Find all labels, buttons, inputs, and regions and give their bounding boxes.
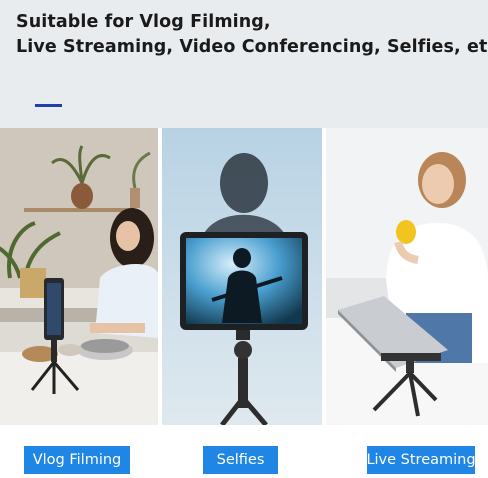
selfies-label: Selfies <box>203 446 278 474</box>
vlog-filming-label: Vlog Filming <box>24 446 130 474</box>
header-band: Suitable for Vlog Filming, Live Streamin… <box>0 0 488 128</box>
headline: Suitable for Vlog Filming, Live Streamin… <box>16 10 488 60</box>
live-streaming-photo <box>326 128 488 425</box>
live-streaming-label: Live Streaming <box>366 446 476 474</box>
vlog-filming-photo <box>0 128 158 425</box>
selfies-photo <box>162 128 322 425</box>
accent-bar <box>35 104 62 107</box>
headline-line-2: Live Streaming, Video Conferencing, Self… <box>16 37 488 57</box>
headline-line-1: Suitable for Vlog Filming, <box>16 12 271 32</box>
